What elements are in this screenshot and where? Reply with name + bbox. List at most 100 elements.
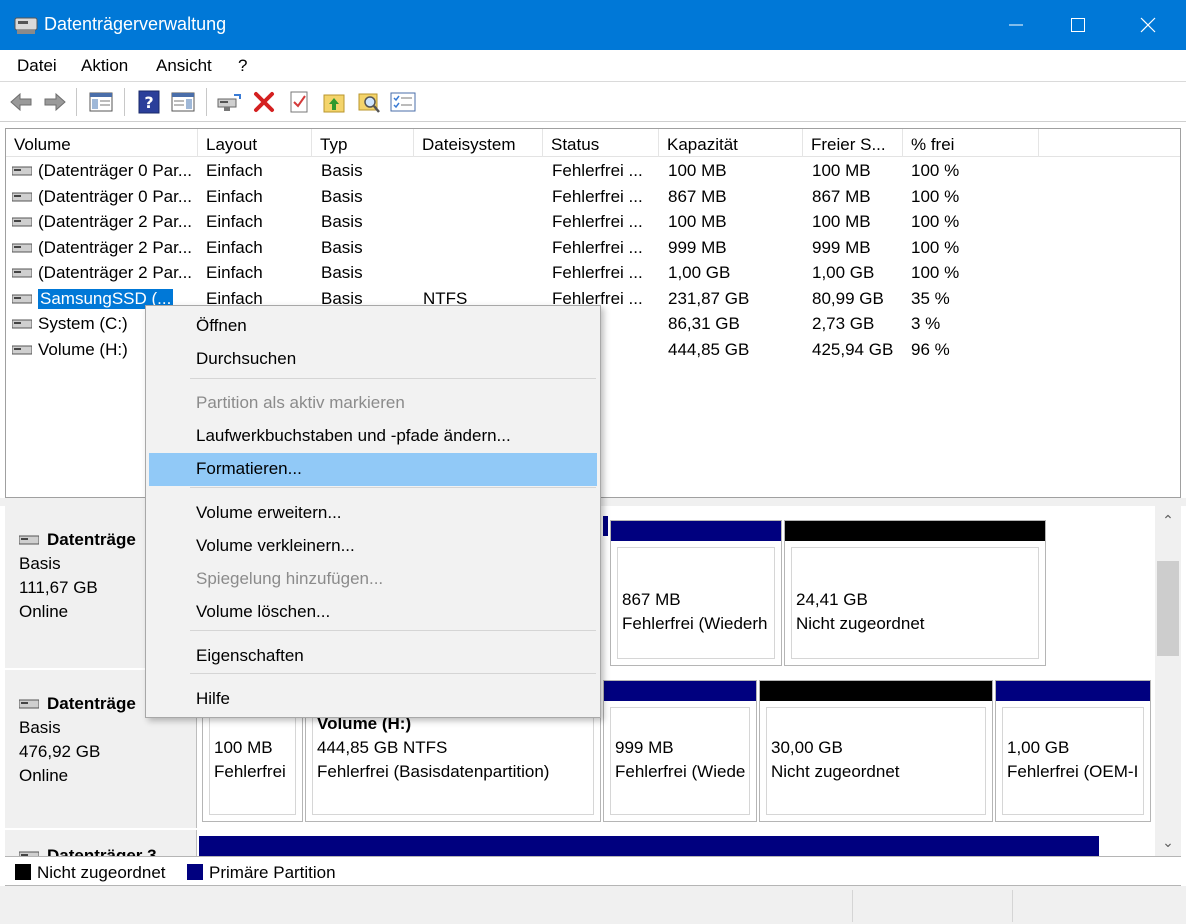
connect-drive-button[interactable] <box>216 89 242 115</box>
menu-ansicht[interactable]: Ansicht <box>156 56 212 76</box>
partition-band <box>785 521 1045 541</box>
context-menu-item[interactable]: Eigenschaften <box>149 640 597 673</box>
column-header-freier-speicher[interactable]: Freier S... <box>803 129 903 157</box>
maximize-button[interactable] <box>1048 0 1108 50</box>
drive-icon <box>19 535 39 545</box>
partition-status: Fehlerfrei (Basisdatenpartition) <box>317 762 550 781</box>
disk-0-partition-prev[interactable] <box>603 516 608 666</box>
context-menu-item-label: Durchsuchen <box>196 349 297 368</box>
cell-typ: Basis <box>321 237 363 257</box>
disk-2-partition-recovery[interactable]: 999 MB Fehlerfrei (Wiede <box>603 680 757 822</box>
disk-2-size: 476,92 GB <box>19 742 101 761</box>
table-row[interactable]: (Datenträger 2 Par... Einfach Basis Fehlerf… <box>6 210 1180 236</box>
context-menu-item[interactable]: Laufwerkbuchstaben und -pfade ändern... <box>149 420 597 453</box>
disk-0-type: Basis <box>19 554 61 573</box>
partition-size: 1,00 GB <box>1007 738 1070 757</box>
minimize-button[interactable] <box>986 0 1046 50</box>
scroll-up-arrow-icon[interactable]: ⌃ <box>1155 510 1181 530</box>
disk-3-partition[interactable] <box>199 836 1099 856</box>
svg-text:?: ? <box>144 93 153 112</box>
cell-typ: Basis <box>321 161 363 180</box>
context-menu-item[interactable]: Volume löschen... <box>149 596 597 629</box>
cell-volume: Volume (H:) <box>12 340 128 360</box>
task-list-button[interactable] <box>390 89 416 115</box>
menu-datei[interactable]: Datei <box>17 56 57 76</box>
properties-button[interactable] <box>286 89 312 115</box>
context-menu-separator <box>190 378 596 379</box>
help-button[interactable]: ? <box>136 89 162 115</box>
column-header-prozent-frei[interactable]: % frei <box>903 129 1039 157</box>
context-menu-item: Spiegelung hinzufügen... <box>149 563 597 596</box>
cell-layout: Einfach <box>206 237 263 257</box>
column-header-layout[interactable]: Layout <box>198 129 312 157</box>
disk-2-partition-unallocated[interactable]: 30,00 GB Nicht zugeordnet <box>759 680 993 822</box>
forward-button[interactable] <box>42 89 68 115</box>
table-row[interactable]: (Datenträger 0 Par... Einfach Basis Fehlerf… <box>6 185 1180 211</box>
context-menu-item[interactable]: Durchsuchen <box>149 343 597 376</box>
partition-band <box>760 681 992 701</box>
cell-pct: 96 % <box>911 339 950 359</box>
context-menu-item[interactable]: Hilfe <box>149 683 597 716</box>
context-menu-item[interactable]: Volume verkleinern... <box>149 530 597 563</box>
partition-size: 30,00 GB <box>771 738 843 757</box>
action-pane-button[interactable] <box>170 89 196 115</box>
delete-icon <box>254 92 274 112</box>
column-header-kapazitaet[interactable]: Kapazität <box>659 129 803 157</box>
volume-name: (Datenträger 2 Par... <box>38 212 193 231</box>
table-row[interactable]: (Datenträger 0 Par... Einfach Basis Fehlerf… <box>6 159 1180 185</box>
menu-help[interactable]: ? <box>238 56 247 76</box>
folder-up-icon <box>323 94 345 113</box>
context-menu-item-label: Volume löschen... <box>196 602 331 621</box>
close-icon <box>1140 17 1156 33</box>
disk-0-state: Online <box>19 602 69 621</box>
context-menu-item[interactable]: Volume erweitern... <box>149 497 597 530</box>
cell-status: Fehlerfrei ... <box>552 263 643 282</box>
delete-button[interactable] <box>251 89 277 115</box>
cell-typ: Basis <box>321 212 363 231</box>
table-row[interactable]: (Datenträger 2 Par... Einfach Basis Fehlerf… <box>6 261 1180 287</box>
context-menu-item-label: Laufwerkbuchstaben und -pfade ändern... <box>196 426 511 445</box>
disk-0-partition-unallocated[interactable]: 24,41 GB Nicht zugeordnet <box>784 520 1046 666</box>
disk-3-label[interactable]: Datenträger 3 <box>5 830 197 856</box>
scroll-thumb[interactable] <box>1157 561 1179 656</box>
disk-2-partition-oem[interactable]: 1,00 GB Fehlerfrei (OEM-I <box>995 680 1151 822</box>
back-button[interactable] <box>8 89 34 115</box>
cell-pct: 100 % <box>911 161 960 180</box>
cell-volume: (Datenträger 0 Par... <box>12 161 192 181</box>
cell-volume: (Datenträger 0 Par... <box>12 187 192 207</box>
task-list-icon <box>390 92 416 112</box>
disk-0-partition-recovery[interactable]: 867 MB Fehlerfrei (Wiederh <box>610 520 782 666</box>
context-menu-item-label: Volume verkleinern... <box>196 536 355 555</box>
context-menu-item-label: Öffnen <box>196 316 247 335</box>
cell-cap: 100 MB <box>668 212 727 231</box>
title-bar: Datenträgerverwaltung <box>0 0 1186 50</box>
partition-band <box>611 521 781 541</box>
properties-check-icon <box>290 91 308 113</box>
cell-free: 2,73 GB <box>812 314 875 333</box>
column-header-dateisystem[interactable]: Dateisystem <box>414 129 543 157</box>
folder-search-button[interactable] <box>356 89 382 115</box>
action-pane-icon <box>171 92 195 112</box>
column-header-status[interactable]: Status <box>543 129 659 157</box>
list-header: Volume Layout Typ Dateisystem Status Kap… <box>6 129 1180 157</box>
context-menu-item-label: Eigenschaften <box>196 646 304 665</box>
column-header-typ[interactable]: Typ <box>312 129 414 157</box>
back-arrow-icon <box>10 92 32 112</box>
disk-0-name: Datenträge <box>19 530 136 550</box>
app-disk-icon <box>14 17 38 34</box>
cell-pct: 100 % <box>911 212 960 231</box>
folder-up-button[interactable] <box>321 89 347 115</box>
forward-arrow-icon <box>44 92 66 112</box>
context-menu-item[interactable]: Öffnen <box>149 310 597 343</box>
context-menu-item[interactable]: Formatieren... <box>149 453 597 486</box>
menu-aktion[interactable]: Aktion <box>81 56 128 76</box>
scroll-down-arrow-icon[interactable]: ⌄ <box>1155 832 1181 852</box>
column-header-volume[interactable]: Volume <box>6 129 198 157</box>
close-window-button[interactable] <box>1118 0 1178 50</box>
graph-scrollbar[interactable]: ⌃ ⌄ <box>1155 506 1181 856</box>
partition-status: Fehlerfrei (Wiede <box>615 762 746 781</box>
partition-status: Nicht zugeordnet <box>771 762 900 781</box>
console-tree-button[interactable] <box>88 89 114 115</box>
table-row[interactable]: (Datenträger 2 Par... Einfach Basis Fehlerf… <box>6 236 1180 262</box>
disk-0-size: 111,67 GB <box>19 578 98 597</box>
